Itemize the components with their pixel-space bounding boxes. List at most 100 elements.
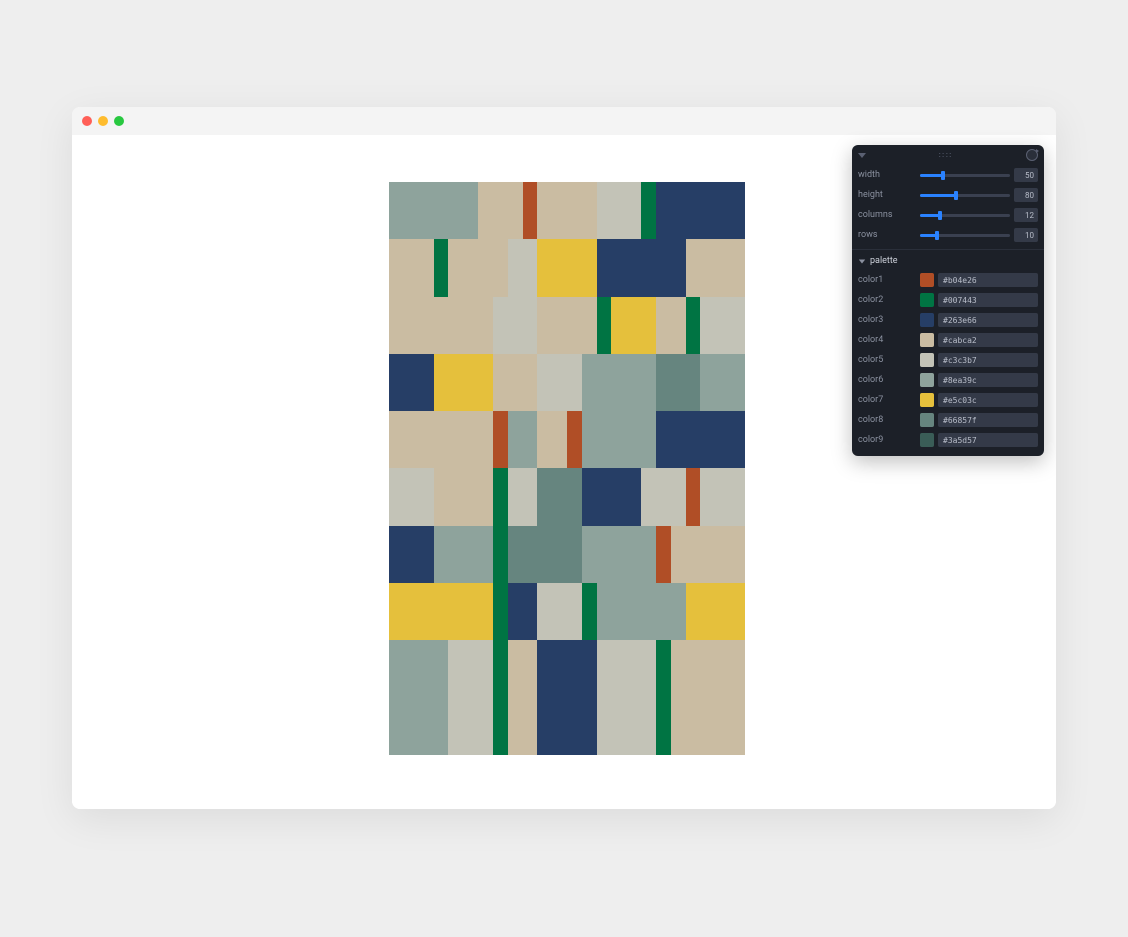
color1-hex-input[interactable]: #b04e26 <box>938 273 1038 287</box>
artwork-cell <box>508 640 538 697</box>
color2-row: color2 #007443 <box>852 290 1044 310</box>
artwork-cell <box>508 468 538 525</box>
artwork-row <box>389 583 745 640</box>
color7-swatch[interactable] <box>920 393 934 407</box>
refresh-icon[interactable] <box>1026 149 1038 161</box>
close-icon[interactable] <box>82 116 92 126</box>
color3-hex-input[interactable]: #263e66 <box>938 313 1038 327</box>
artwork-cell <box>389 698 448 755</box>
color6-hex-input[interactable]: #8ea39c <box>938 373 1038 387</box>
artwork-cell <box>597 182 642 239</box>
zoom-icon[interactable] <box>114 116 124 126</box>
chevron-down-icon <box>858 153 866 158</box>
artwork-cell <box>537 354 582 411</box>
artwork-cell <box>656 698 671 755</box>
panel-header[interactable]: ∷∷ <box>852 145 1044 165</box>
artwork-row <box>389 297 745 354</box>
color5-row: color5#c3c3b7 <box>852 350 1044 370</box>
artwork-row <box>389 468 745 525</box>
artwork-row <box>389 354 745 411</box>
height-slider[interactable] <box>920 194 1010 197</box>
color2-label: color2 <box>858 295 916 305</box>
palette-folder-header[interactable]: palette <box>852 252 1044 270</box>
artwork-cell <box>508 698 538 755</box>
color9-label: color9 <box>858 435 916 445</box>
artwork-cell <box>671 526 745 583</box>
artwork-cell <box>508 583 538 640</box>
artwork-cell <box>597 239 686 296</box>
artwork-cell <box>700 297 745 354</box>
artwork-cell <box>508 239 538 296</box>
artwork-cell <box>493 640 508 697</box>
color1-swatch[interactable] <box>920 273 934 287</box>
artwork-cell <box>567 411 582 468</box>
columns-slider[interactable] <box>920 214 1010 217</box>
columns-row: columns12 <box>852 205 1044 225</box>
height-value[interactable]: 80 <box>1014 188 1038 202</box>
artwork-cell <box>597 640 656 697</box>
color7-hex-input[interactable]: #e5c03c <box>938 393 1038 407</box>
color6-swatch[interactable] <box>920 373 934 387</box>
columns-value[interactable]: 12 <box>1014 208 1038 222</box>
artwork-cell <box>656 411 745 468</box>
artwork-cell <box>656 182 745 239</box>
generative-artwork <box>389 182 745 755</box>
artwork-row <box>389 526 745 583</box>
artwork-cell <box>582 526 656 583</box>
artwork-cell <box>597 698 656 755</box>
rows-value[interactable]: 10 <box>1014 228 1038 242</box>
artwork-cell <box>641 468 686 525</box>
artwork-cell <box>493 297 538 354</box>
artwork-cell <box>537 468 582 525</box>
artwork-cell <box>656 640 671 697</box>
height-label: height <box>858 190 916 200</box>
color5-hex-input[interactable]: #c3c3b7 <box>938 353 1038 367</box>
artwork-cell <box>686 583 745 640</box>
artwork-cell <box>389 182 478 239</box>
minimize-icon[interactable] <box>98 116 108 126</box>
color4-hex-input[interactable]: #cabca2 <box>938 333 1038 347</box>
chevron-down-icon <box>859 259 865 263</box>
color5-swatch[interactable] <box>920 353 934 367</box>
width-value[interactable]: 50 <box>1014 168 1038 182</box>
color2-hex-input[interactable]: #007443 <box>938 293 1038 307</box>
color6-label: color6 <box>858 375 916 385</box>
artwork-cell <box>656 526 671 583</box>
artwork-cell <box>493 698 508 755</box>
artwork-cell <box>537 411 567 468</box>
artwork-cell <box>493 354 538 411</box>
drag-handle-icon[interactable]: ∷∷ <box>939 151 953 160</box>
artwork-cell <box>493 526 508 583</box>
artwork-cell <box>537 698 596 755</box>
artwork-cell <box>434 239 449 296</box>
artwork-cell <box>448 640 493 697</box>
color9-swatch[interactable] <box>920 433 934 447</box>
color4-swatch[interactable] <box>920 333 934 347</box>
artwork-cell <box>671 698 745 755</box>
color2-swatch[interactable] <box>920 293 934 307</box>
width-slider[interactable] <box>920 174 1010 177</box>
artwork-cell <box>389 411 493 468</box>
color8-swatch[interactable] <box>920 413 934 427</box>
artwork-cell <box>686 297 701 354</box>
window-titlebar <box>72 107 1056 135</box>
artwork-cell <box>389 640 448 697</box>
artwork-cell <box>597 297 612 354</box>
artwork-cell <box>493 583 508 640</box>
rows-label: rows <box>858 230 916 240</box>
artwork-cell <box>434 354 493 411</box>
color8-hex-input[interactable]: #66857f <box>938 413 1038 427</box>
rows-slider[interactable] <box>920 234 1010 237</box>
artwork-cell <box>389 297 493 354</box>
canvas-area: ∷∷ width 50 height 80 columns12 rows 10 palett… <box>72 135 1056 809</box>
color8-row: color8#66857f <box>852 410 1044 430</box>
width-label: width <box>858 170 916 180</box>
artwork-row <box>389 182 745 239</box>
artwork-cell <box>537 583 582 640</box>
control-panel: ∷∷ width 50 height 80 columns12 rows 10 palett… <box>852 145 1044 456</box>
artwork-row <box>389 698 745 755</box>
color3-swatch[interactable] <box>920 313 934 327</box>
color9-hex-input[interactable]: #3a5d57 <box>938 433 1038 447</box>
artwork-cell <box>582 411 656 468</box>
artwork-cell <box>582 468 641 525</box>
